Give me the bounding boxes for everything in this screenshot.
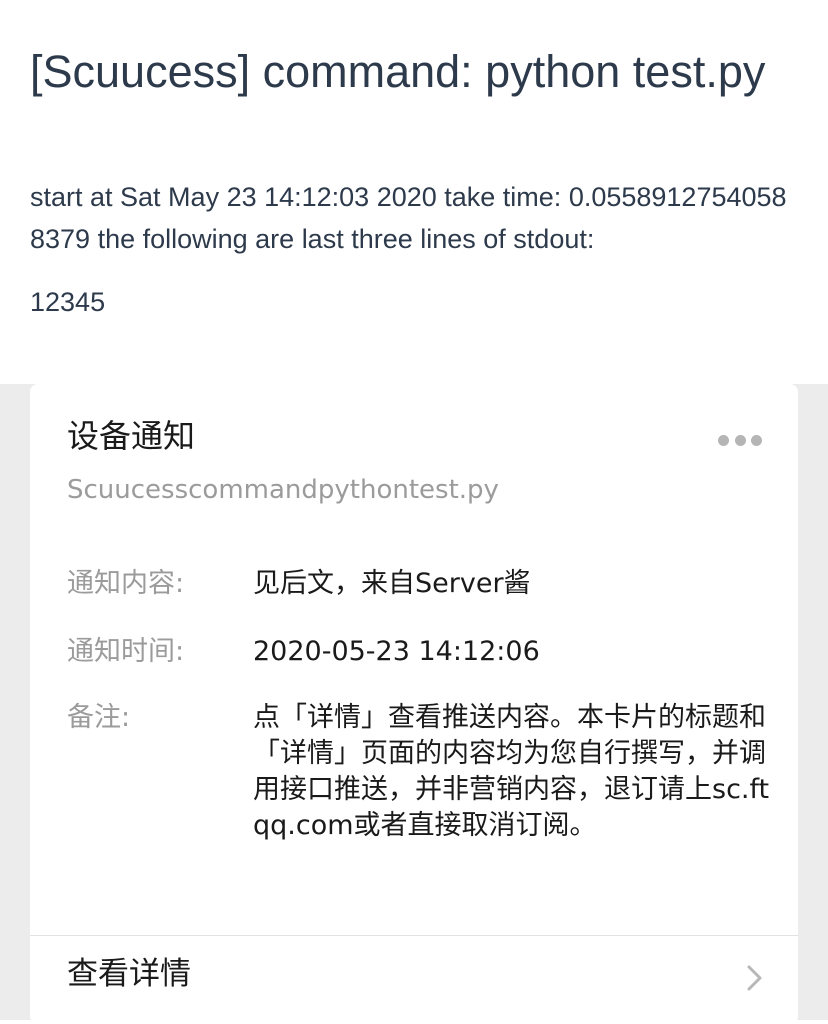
remark-value: 点「详情」查看推送内容。本卡片的标题和「详情」页面的内容均为您自行撰写，并调用接… <box>253 702 770 841</box>
more-dots-icon[interactable] <box>718 434 762 446</box>
notification-time-value: 2020-05-23 14:12:06 <box>253 636 540 667</box>
message-output: 12345 <box>30 287 106 317</box>
view-details-button[interactable]: 查看详情 <box>30 936 798 1024</box>
notification-card: 设备通知 Scuucesscommandpythontest.py 通知内容: … <box>30 384 798 1024</box>
message-content: [Scuucess] command: python test.py start… <box>0 0 828 384</box>
notification-time-label: 通知时间: <box>67 636 185 667</box>
remark-label: 备注: <box>67 702 131 733</box>
card-subtitle: Scuucesscommandpythontest.py <box>67 475 499 505</box>
message-body: start at Sat May 23 14:12:03 2020 take t… <box>30 182 787 254</box>
notification-content-label: 通知内容: <box>67 568 185 599</box>
view-details-label: 查看详情 <box>67 956 191 992</box>
chevron-right-icon <box>747 965 762 991</box>
notification-content-value: 见后文，来自Server酱 <box>253 568 531 599</box>
card-title: 设备通知 <box>67 417 196 455</box>
message-title: [Scuucess] command: python test.py <box>30 46 766 97</box>
